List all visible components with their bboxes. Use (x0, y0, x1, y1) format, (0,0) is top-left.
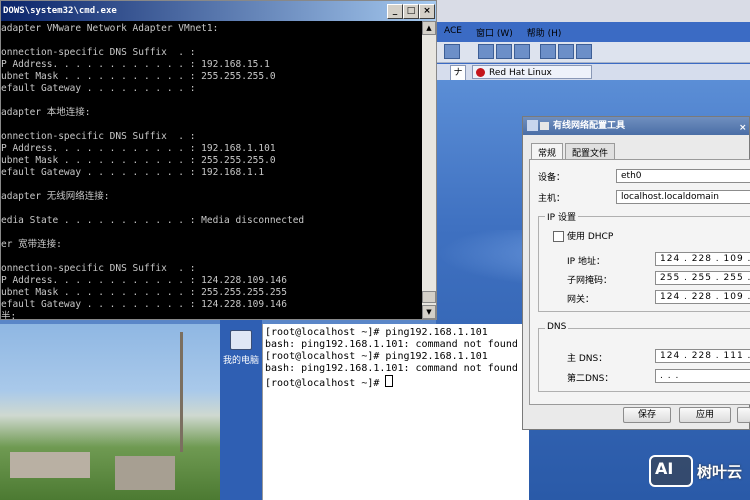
cmd-line: P Address. . . . . . . . . . . . : 124.2… (1, 275, 287, 286)
secondary-dns-field[interactable]: . . . (655, 369, 750, 383)
primary-dns-label: 主 DNS： (567, 354, 608, 364)
extra-button[interactable] (737, 407, 750, 423)
minimize-button[interactable]: _ (387, 4, 403, 19)
cmd-scrollbar[interactable]: ▲ ▼ (422, 21, 436, 319)
toolbar-icon-5[interactable] (540, 44, 556, 59)
wallpaper-house-2 (115, 456, 175, 490)
cmd-line: P Address. . . . . . . . . . . . : 192.1… (1, 59, 270, 70)
menu-ace[interactable]: ACE (444, 26, 462, 39)
cmd-line: efault Gateway . . . . . . . . . : 124.2… (1, 299, 287, 310)
watermark: AI 树叶云 (649, 455, 742, 487)
cmd-line: efault Gateway . . . . . . . . . : 192.1… (1, 167, 265, 178)
apply-button[interactable]: 应用 (679, 407, 731, 423)
cmd-line: adapter VMware Network Adapter VMnet1: (1, 23, 219, 34)
dialog-close-icon[interactable]: × (739, 119, 747, 137)
cmd-line: er 宽带连接: (1, 239, 62, 250)
close-button[interactable]: × (419, 4, 435, 19)
cmd-line: efault Gateway . . . . . . . . . : (1, 83, 196, 94)
dialog-title: 有线网络配置工具 (553, 121, 626, 131)
network-icon (527, 120, 538, 131)
watermark-text: 树叶云 (697, 462, 743, 481)
save-button[interactable]: 保存 (623, 407, 671, 423)
subnet-mask-label: 子网掩码： (567, 276, 613, 286)
cmd-titlebar[interactable]: DOWS\system32\cmd.exe _ □ × (1, 1, 436, 21)
window-menu-icon[interactable] (540, 122, 549, 130)
cmd-window: DOWS\system32\cmd.exe _ □ × adapter VMwa… (0, 0, 437, 320)
terminal-line-3: [root@localhost ~]# ping192.168.1.101 (265, 351, 488, 362)
dhcp-label: 使用 DHCP (567, 232, 614, 242)
dns-title: DNS (545, 322, 569, 332)
device-label: 设备： (538, 173, 566, 183)
menu-help[interactable]: 帮助 (H) (527, 26, 562, 39)
terminal-cursor (385, 375, 394, 387)
menu-window[interactable]: 窗口 (W) (476, 26, 513, 39)
secondary-dns-label: 第二DNS： (567, 374, 614, 384)
ip-settings-group: IP 设置 使用 DHCP IP 地址： 124 . 228 . 109 . 1… (538, 210, 750, 312)
wallpaper-pole (180, 332, 183, 452)
ip-address-label: IP 地址： (567, 257, 605, 267)
terminal-line-1: [root@localhost ~]# ping192.168.1.101 (265, 327, 488, 338)
cmd-line: onnection-specific DNS Suffix . : (1, 263, 196, 274)
scroll-thumb[interactable] (422, 291, 436, 303)
cmd-line: ubnet Mask . . . . . . . . . . . : 255.2… (1, 155, 276, 166)
cmd-title: DOWS\system32\cmd.exe (3, 6, 117, 16)
host-field[interactable]: localhost.localdomain (616, 190, 750, 204)
my-computer-desktop-icon[interactable]: 我的电脑 (222, 330, 260, 366)
vmware-menubar: ACE 窗口 (W) 帮助 (H) (444, 26, 561, 39)
toolbar-icon-6[interactable] (558, 44, 574, 59)
vmware-titlebar (436, 0, 750, 22)
host-label: 主机： (538, 194, 566, 204)
device-field[interactable]: eth0 (616, 169, 750, 183)
cmd-line: edia State . . . . . . . . . . . : Media… (1, 215, 305, 226)
watermark-logo-text: AI (655, 459, 674, 478)
scroll-down-arrow-icon[interactable]: ▼ (422, 305, 436, 319)
primary-dns-field[interactable]: 124 . 228 . 111 . 111 (655, 349, 750, 363)
gateway-field[interactable]: 124 . 228 . 109 . 146 (655, 290, 750, 304)
scroll-up-arrow-icon[interactable]: ▲ (422, 21, 436, 35)
dns-group: DNS 主 DNS： 124 . 228 . 111 . 111 第二DNS： … (538, 322, 750, 392)
linux-terminal[interactable]: [root@localhost ~]# ping192.168.1.101 ba… (262, 324, 529, 500)
toolbar-icon-4[interactable] (514, 44, 530, 59)
terminal-line-4: bash: ping192.168.1.101: command not fou… (265, 363, 518, 374)
terminal-line-2: bash: ping192.168.1.101: command not fou… (265, 339, 518, 350)
cmd-line: 半: (1, 311, 17, 319)
cmd-line: adapter 无线网络连接: (1, 191, 110, 202)
cmd-output[interactable]: adapter VMware Network Adapter VMnet1: o… (1, 21, 422, 319)
toolbar-icon-1[interactable] (444, 44, 460, 59)
subnet-mask-field[interactable]: 255 . 255 . 255 . 255 (655, 271, 750, 285)
dhcp-checkbox[interactable] (553, 231, 564, 242)
redhat-icon (476, 68, 485, 77)
maximize-button[interactable]: □ (403, 4, 419, 19)
terminal-prompt: [root@localhost ~]# (265, 378, 386, 389)
dialog-titlebar[interactable]: 有线网络配置工具 × (523, 117, 749, 135)
cmd-line: ubnet Mask . . . . . . . . . . . : 255.2… (1, 287, 287, 298)
toolbar-icon-3[interactable] (496, 44, 512, 59)
cmd-line: onnection-specific DNS Suffix . : (1, 131, 196, 142)
cmd-line: adapter 本地连接: (1, 107, 91, 118)
my-computer-label: 我的电脑 (222, 356, 259, 366)
cmd-line: onnection-specific DNS Suffix . : (1, 47, 196, 58)
cmd-output-text: adapter VMware Network Adapter VMnet1: o… (1, 21, 422, 319)
vmware-tab-label: Red Hat Linux (489, 68, 552, 78)
network-config-dialog: 有线网络配置工具 × 常规 配置文件 设备： eth0 主机： localhos… (522, 116, 750, 430)
cmd-line: P Address. . . . . . . . . . . . : 192.1… (1, 143, 276, 154)
watermark-logo: AI (649, 455, 693, 487)
toolbar-icon-2[interactable] (478, 44, 494, 59)
terminal-output: [root@localhost ~]# ping192.168.1.101 ba… (263, 324, 529, 390)
vmware-home-tab[interactable]: ナ (450, 65, 466, 81)
cmd-line: ubnet Mask . . . . . . . . . . . : 255.2… (1, 71, 276, 82)
ip-address-field[interactable]: 124 . 228 . 109 . 146 (655, 252, 750, 266)
wallpaper-house (10, 452, 90, 478)
toolbar-icon-7[interactable] (576, 44, 592, 59)
gateway-label: 网关： (567, 295, 595, 305)
ip-settings-title: IP 设置 (545, 210, 578, 223)
general-panel: 设备： eth0 主机： localhost.localdomain IP 设置… (529, 159, 750, 405)
vmware-tab-redhat[interactable]: Red Hat Linux (472, 65, 592, 79)
computer-icon (230, 330, 252, 350)
